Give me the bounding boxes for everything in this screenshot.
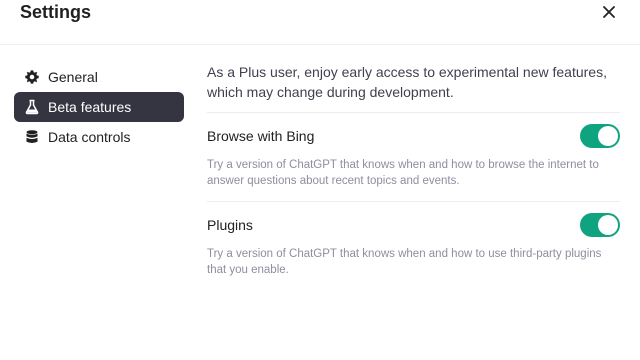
page-title: Settings xyxy=(20,2,92,22)
sidebar-item-data-controls[interactable]: Data controls xyxy=(14,122,184,152)
feature-title: Browse with Bing xyxy=(207,128,315,144)
close-button[interactable] xyxy=(599,2,619,22)
close-icon xyxy=(603,6,615,18)
feature-description: Try a version of ChatGPT that knows when… xyxy=(207,159,599,187)
database-icon xyxy=(24,129,40,145)
sidebar-item-general[interactable]: General xyxy=(14,62,184,92)
feature-title: Plugins xyxy=(207,217,253,233)
feature-plugins: Plugins Try a version of ChatGPT that kn… xyxy=(207,202,620,290)
settings-sidebar: General Beta features Data controls xyxy=(14,62,184,152)
feature-description: Try a version of ChatGPT that knows when… xyxy=(207,248,602,276)
intro-text: As a Plus user, enjoy early access to ex… xyxy=(207,62,620,113)
sidebar-item-label: General xyxy=(48,69,98,85)
toggle-knob xyxy=(598,126,618,146)
sidebar-item-label: Beta features xyxy=(48,99,132,115)
feature-browse-with-bing: Browse with Bing Try a version of ChatGP… xyxy=(207,113,620,202)
toggle-knob xyxy=(598,215,618,235)
flask-icon xyxy=(24,99,40,115)
gear-icon xyxy=(24,69,40,85)
plugins-toggle[interactable] xyxy=(580,213,620,237)
sidebar-item-label: Data controls xyxy=(48,129,131,145)
browse-with-bing-toggle[interactable] xyxy=(580,124,620,148)
beta-features-panel: As a Plus user, enjoy early access to ex… xyxy=(207,62,620,290)
sidebar-item-beta-features[interactable]: Beta features xyxy=(14,92,184,122)
settings-header: Settings xyxy=(0,0,640,45)
